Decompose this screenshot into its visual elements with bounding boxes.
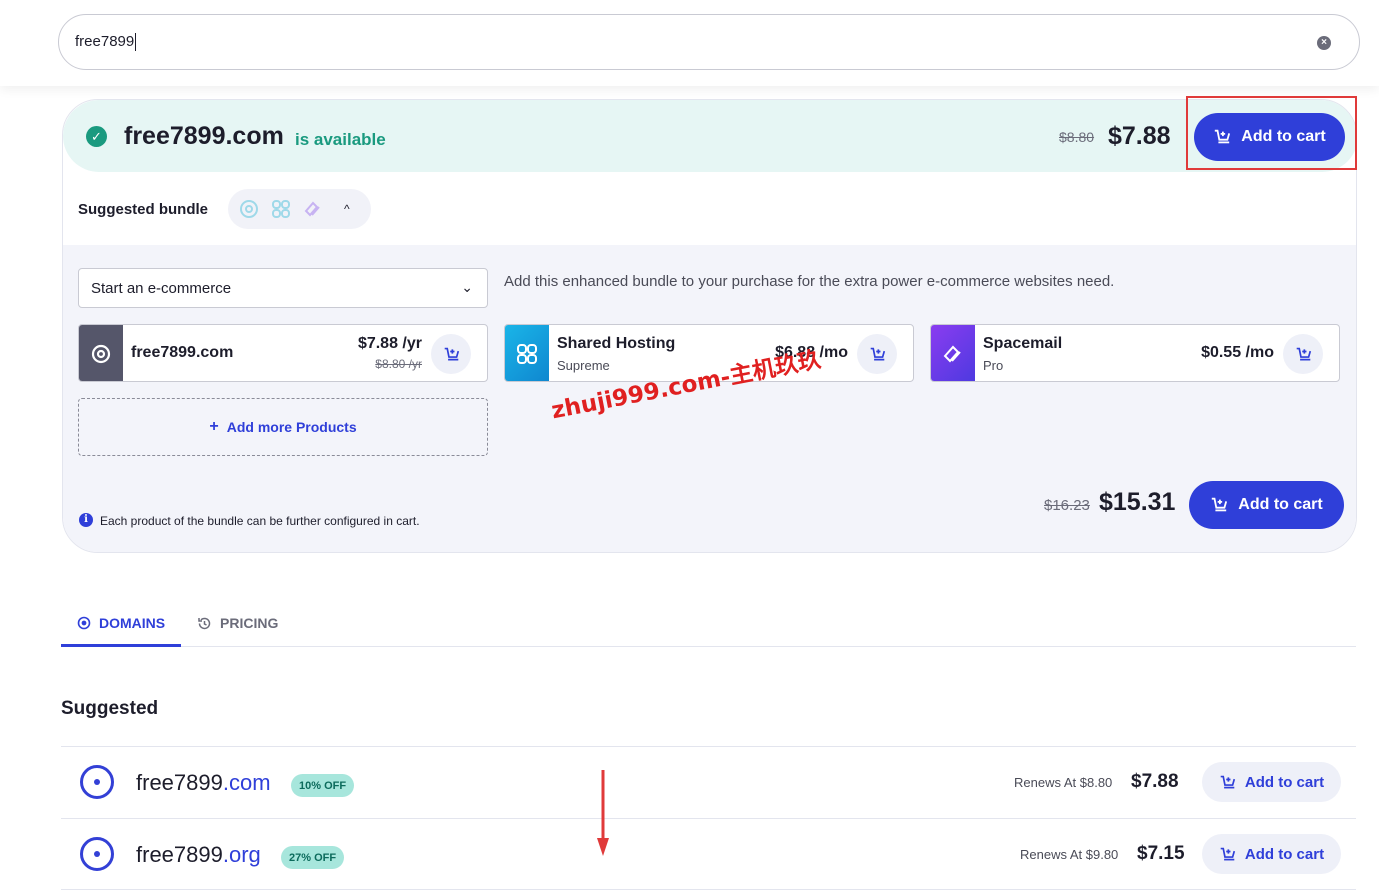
product-name: Shared Hosting — [557, 335, 676, 352]
add-to-cart-button[interactable]: Add to cart — [1202, 834, 1341, 874]
add-to-cart-label: Add to cart — [1244, 773, 1325, 791]
tab-domains[interactable]: DOMAINS — [77, 615, 165, 631]
product-tier: Supreme — [557, 358, 610, 373]
suggested-domain: free7899.org — [136, 842, 261, 867]
cart-add-icon — [1220, 775, 1236, 788]
tab-label: PRICING — [220, 615, 279, 631]
chevron-up-icon: ^ — [344, 202, 350, 216]
product-old-price: $8.80 /yr — [375, 357, 422, 371]
hosting-icon — [505, 325, 549, 381]
suggested-row: free7899.com 10% OFF Renews At $8.80 $7.… — [61, 746, 1356, 818]
product-name: Spacemail — [983, 335, 1063, 352]
discount-badge: 10% OFF — [291, 774, 355, 797]
annotation-arrow-icon — [597, 770, 609, 856]
domain-icon — [80, 765, 114, 799]
cart-add-icon — [444, 347, 459, 360]
select-value: Start an e-commerce — [91, 280, 232, 297]
available-domain: free7899.com — [124, 122, 284, 150]
hosting-icon — [270, 198, 292, 220]
add-more-products-button[interactable]: + Add more Products — [78, 398, 488, 456]
spacemail-icon — [302, 198, 324, 220]
active-tab-indicator — [61, 644, 181, 647]
result-tabs: DOMAINS PRICING — [61, 600, 1356, 647]
history-icon — [198, 617, 211, 629]
product-add-button[interactable] — [857, 334, 897, 374]
suggested-heading: Suggested — [61, 698, 159, 719]
add-to-cart-label: Add to cart — [1238, 496, 1323, 513]
product-price: $7.88 /yr — [357, 335, 422, 352]
domain-icon — [79, 325, 123, 381]
search-bar[interactable]: free7899 × — [58, 14, 1360, 70]
tab-pricing[interactable]: PRICING — [197, 615, 278, 631]
bundle-add-to-cart-button[interactable]: Add to cart — [1189, 481, 1344, 529]
bundle-type-select[interactable]: Start an e-commerce ⌄ — [78, 268, 488, 308]
bundle-product-spacemail: Spacemail Pro $0.55 /mo — [930, 324, 1340, 382]
availability-status: is available — [295, 130, 386, 149]
target-icon — [77, 616, 91, 630]
info-icon: i — [79, 513, 93, 527]
product-name: free7899.com — [131, 344, 234, 361]
plus-icon: + — [209, 418, 219, 435]
suggested-row: free7899.org 27% OFF Renews At $9.80 $7.… — [61, 818, 1356, 890]
annotation-highlight-box — [1186, 96, 1357, 170]
add-to-cart-button[interactable]: Add to cart — [1202, 762, 1341, 802]
product-add-button[interactable] — [1283, 334, 1323, 374]
search-header: free7899 × — [0, 0, 1379, 86]
bundle-heading: Suggested bundle — [78, 201, 209, 218]
bundle-info-text: Each product of the bundle can be furthe… — [100, 514, 420, 528]
domain-price: $7.88 — [1108, 122, 1171, 150]
suggested-domain: free7899.com — [136, 770, 271, 795]
product-price: $0.55 /mo — [1201, 344, 1274, 361]
bundle-area: Start an e-commerce ⌄ Add this enhanced … — [63, 245, 1356, 552]
domain-icon — [80, 837, 114, 871]
bundle-toggle[interactable]: ^ — [228, 189, 371, 229]
bundle-total: $15.31 — [1099, 488, 1176, 516]
tab-label: DOMAINS — [99, 615, 166, 631]
cart-add-icon — [1296, 347, 1311, 360]
product-tier: Pro — [983, 358, 1004, 373]
domain-icon — [238, 198, 260, 220]
cart-add-icon — [1220, 847, 1236, 860]
clear-search-icon[interactable]: × — [1317, 36, 1331, 50]
spacemail-icon — [931, 325, 975, 381]
availability-bar: ✓ free7899.com is available $8.80 $7.88 … — [63, 100, 1356, 172]
cart-add-icon — [1212, 497, 1228, 512]
suggested-price: $7.88 — [1131, 771, 1179, 792]
discount-badge: 27% OFF — [281, 846, 345, 869]
chevron-down-icon: ⌄ — [461, 279, 473, 295]
renewal-price: Renews At $9.80 — [1020, 847, 1119, 862]
suggested-price: $7.15 — [1137, 843, 1185, 864]
product-add-button[interactable] — [431, 334, 471, 374]
domain-result-card: ✓ free7899.com is available $8.80 $7.88 … — [62, 99, 1357, 553]
check-icon: ✓ — [86, 126, 107, 147]
renewal-price: Renews At $8.80 — [1014, 775, 1113, 790]
add-more-label: Add more Products — [226, 419, 357, 435]
bundle-product-domain: free7899.com $7.88 /yr $8.80 /yr — [78, 324, 488, 382]
search-input[interactable]: free7899 — [75, 33, 1275, 52]
domain-old-price: $8.80 — [1059, 129, 1095, 145]
bundle-description: Add this enhanced bundle to your purchas… — [504, 273, 1115, 290]
cart-add-icon — [870, 347, 885, 360]
bundle-old-total: $16.23 — [1044, 497, 1090, 514]
add-to-cart-label: Add to cart — [1244, 845, 1325, 863]
